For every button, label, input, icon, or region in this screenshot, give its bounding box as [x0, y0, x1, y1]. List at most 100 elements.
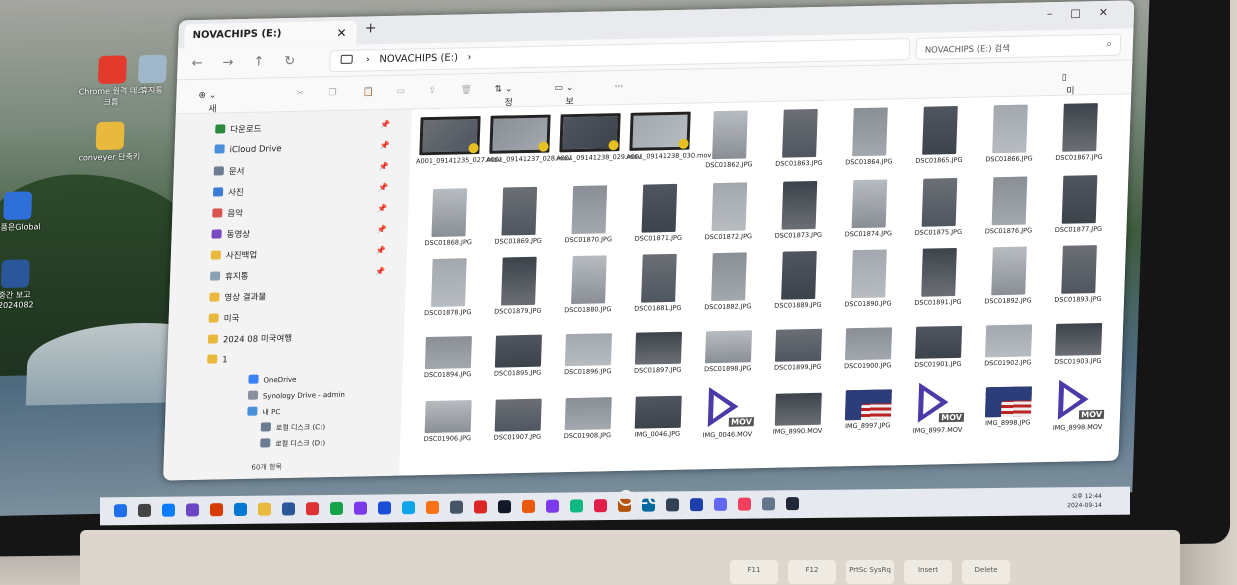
- desktop-icon[interactable]: 명품은Global: [0, 191, 53, 233]
- file-item[interactable]: IMG_0046.JPG: [624, 385, 692, 439]
- paste-icon[interactable]: 📋: [362, 87, 374, 97]
- file-item[interactable]: IMG_8998.JPG: [975, 378, 1043, 427]
- file-item[interactable]: A001_09141238_029.mov: [556, 113, 641, 162]
- sidebar-item[interactable]: 휴지통: [209, 270, 249, 287]
- file-item[interactable]: DSC01897.JPG: [625, 322, 693, 375]
- rename-icon[interactable]: ▭: [396, 87, 405, 97]
- cut-icon[interactable]: ✂: [296, 89, 304, 99]
- nav-buttons[interactable]: ←→↑↻: [191, 53, 315, 71]
- file-item[interactable]: DSC01866.JPG: [976, 104, 1044, 163]
- file-item[interactable]: DSC01879.JPG: [485, 256, 553, 316]
- sidebar-item[interactable]: 1: [207, 354, 228, 370]
- file-item[interactable]: DSC01869.JPG: [485, 186, 553, 246]
- file-item[interactable]: DSC01908.JPG: [554, 387, 622, 440]
- taskbar-app-icon[interactable]: [690, 498, 703, 512]
- window-controls[interactable]: –□✕: [1047, 6, 1127, 21]
- sidebar-item[interactable]: 다운로드: [215, 123, 262, 140]
- more-button[interactable]: ···: [614, 82, 623, 92]
- file-item[interactable]: DSC01878.JPG: [415, 258, 483, 317]
- file-item[interactable]: DSC01882.JPG: [695, 252, 763, 311]
- sidebar-item[interactable]: 사진: [212, 186, 244, 203]
- file-item[interactable]: DSC01903.JPG: [1045, 313, 1113, 366]
- explorer-tab[interactable]: NOVACHIPS (E:) ✕: [184, 20, 358, 49]
- sort-button[interactable]: ⇅ 정렬 ⌄: [494, 84, 513, 121]
- copy-icon[interactable]: ❐: [328, 88, 336, 98]
- file-item[interactable]: DSC01871.JPG: [625, 183, 693, 243]
- taskbar-app-icon[interactable]: [114, 504, 127, 518]
- view-button[interactable]: ▭ 보기 ⌄: [554, 83, 574, 120]
- taskbar-app-icon[interactable]: [786, 497, 799, 511]
- file-item[interactable]: DSC01875.JPG: [905, 178, 973, 237]
- file-item[interactable]: DSC01880.JPG: [555, 255, 623, 314]
- file-item[interactable]: DSC01892.JPG: [975, 246, 1043, 305]
- new-tab-icon[interactable]: +: [364, 20, 376, 36]
- sidebar-item[interactable]: 미국: [208, 312, 239, 329]
- taskbar-app-icon[interactable]: [546, 499, 559, 513]
- file-item[interactable]: DSC01868.JPG: [415, 188, 483, 247]
- file-item[interactable]: MOV IMG_8997.MOV: [904, 380, 972, 435]
- tree-item[interactable]: OneDrive: [248, 374, 297, 391]
- taskbar-app-icon[interactable]: [498, 500, 511, 514]
- file-item[interactable]: DSC01898.JPG: [695, 320, 763, 373]
- preview-pane-button[interactable]: ▯ 미리 보기: [1062, 73, 1075, 136]
- sidebar-item[interactable]: 문서: [213, 165, 245, 182]
- file-item[interactable]: DSC01870.JPG: [555, 185, 623, 244]
- search-input[interactable]: NOVACHIPS (E:) 검색 ⌕: [915, 33, 1122, 60]
- tree-item[interactable]: 로컬 디스크 (D:): [260, 437, 325, 454]
- file-item[interactable]: MOV IMG_0046.MOV: [694, 384, 762, 439]
- taskbar-app-icon[interactable]: [282, 502, 295, 516]
- file-item[interactable]: DSC01890.JPG: [835, 249, 903, 308]
- file-item[interactable]: DSC01893.JPG: [1045, 245, 1113, 304]
- file-item[interactable]: DSC01862.JPG: [696, 110, 764, 169]
- taskbar-app-icon[interactable]: [330, 501, 343, 515]
- taskbar-app-icon[interactable]: [162, 503, 175, 517]
- file-item[interactable]: DSC01899.JPG: [765, 319, 833, 372]
- file-item[interactable]: DSC01902.JPG: [975, 314, 1043, 367]
- taskbar-app-icon[interactable]: [522, 499, 535, 513]
- taskbar-app-icon[interactable]: [354, 501, 367, 515]
- file-item[interactable]: DSC01894.JPG: [414, 326, 482, 379]
- desktop-icon[interactable]: conveyer 단축키: [74, 121, 145, 163]
- taskbar-app-icon[interactable]: [666, 498, 679, 512]
- taskbar-app-icon[interactable]: [594, 499, 607, 513]
- share-icon[interactable]: ⇪: [428, 86, 436, 96]
- taskbar-app-icon[interactable]: [186, 503, 199, 517]
- file-item[interactable]: DSC01889.JPG: [765, 250, 833, 310]
- file-item[interactable]: DSC01907.JPG: [484, 388, 552, 442]
- file-item[interactable]: DSC01876.JPG: [975, 176, 1043, 235]
- taskbar-app-icon[interactable]: [714, 497, 727, 511]
- file-item[interactable]: DSC01881.JPG: [625, 253, 693, 313]
- file-item[interactable]: IMG_8997.JPG: [835, 381, 903, 430]
- file-item[interactable]: DSC01874.JPG: [835, 179, 903, 238]
- file-item[interactable]: DSC01906.JPG: [414, 390, 482, 443]
- file-item[interactable]: DSC01867.JPG: [1046, 103, 1114, 162]
- taskbar-app-icon[interactable]: [402, 501, 415, 515]
- file-item[interactable]: DSC01863.JPG: [766, 108, 834, 168]
- sidebar-item[interactable]: 영상 결과물: [209, 290, 266, 307]
- taskbar-app-icon[interactable]: [210, 503, 223, 517]
- file-item[interactable]: IMG_8990.MOV: [764, 383, 832, 436]
- file-item[interactable]: DSC01873.JPG: [765, 180, 833, 240]
- taskbar-app-icon[interactable]: [378, 501, 391, 515]
- taskbar-app-icon[interactable]: [234, 502, 247, 516]
- file-item[interactable]: DSC01895.JPG: [485, 324, 553, 378]
- file-item[interactable]: DSC01865.JPG: [906, 106, 974, 165]
- taskbar-app-icon[interactable]: [306, 502, 319, 516]
- sidebar-item[interactable]: iCloud Drive: [214, 143, 282, 160]
- file-item[interactable]: A001_09141235_027.mov: [416, 116, 501, 165]
- taskbar-app-icon[interactable]: [570, 499, 583, 513]
- taskbar-app-icon[interactable]: [474, 500, 487, 514]
- file-item[interactable]: A001_09141237_028.mov: [486, 114, 571, 164]
- tree-item[interactable]: Synology Drive - admin: [247, 389, 346, 407]
- file-item[interactable]: DSC01900.JPG: [835, 317, 903, 370]
- sidebar-item[interactable]: 음악: [212, 207, 243, 224]
- taskbar-app-icon[interactable]: [450, 500, 463, 514]
- taskbar-app-icon[interactable]: [138, 503, 151, 517]
- taskbar-app-icon[interactable]: [426, 500, 439, 514]
- file-item[interactable]: DSC01864.JPG: [836, 107, 904, 166]
- tree-item[interactable]: 내 PC: [247, 406, 280, 423]
- taskbar-app-icon[interactable]: [258, 502, 271, 516]
- sidebar-item[interactable]: 동영상: [211, 228, 250, 245]
- tree-item[interactable]: 로컬 디스크 (C:): [260, 421, 325, 438]
- file-item[interactable]: DSC01901.JPG: [905, 316, 973, 369]
